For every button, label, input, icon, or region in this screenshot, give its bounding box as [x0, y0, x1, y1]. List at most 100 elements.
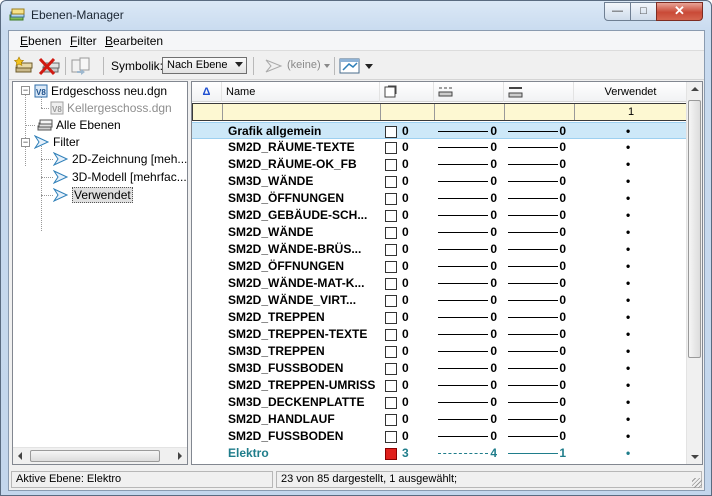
tree-item-filter-used[interactable]: Verwendet [53, 187, 133, 203]
sort-column-header[interactable]: Δ [192, 82, 222, 102]
color-swatch[interactable] [385, 193, 397, 205]
color-swatch[interactable] [385, 312, 397, 324]
table-row[interactable]: SM3D_ÖFFNUNGEN 0 0 0 • [192, 190, 688, 207]
line-weight-sample[interactable] [508, 317, 558, 318]
table-vertical-scrollbar[interactable] [686, 82, 702, 464]
new-layer-icon[interactable] [13, 56, 35, 76]
line-weight-sample[interactable] [508, 131, 558, 132]
scroll-thumb[interactable] [30, 450, 160, 462]
table-row[interactable]: SM3D_DECKENPLATTE 0 0 0 • [192, 394, 688, 411]
filter-cell-weight[interactable] [505, 104, 575, 120]
line-style-sample[interactable] [438, 317, 488, 318]
title-bar[interactable]: Ebenen-Manager — □ ✕ [1, 1, 711, 30]
chevron-down-icon[interactable] [365, 64, 373, 69]
table-row[interactable]: SM2D_RÄUME-OK_FB 0 0 0 • [192, 156, 688, 173]
table-row[interactable]: Elektro 3 4 1 • [192, 445, 688, 462]
table-row[interactable]: SM2D_WÄNDE-MAT-K... 0 0 0 • [192, 275, 688, 292]
line-style-sample[interactable] [438, 385, 488, 386]
table-row[interactable]: SM2D_TREPPEN-TEXTE 0 0 0 • [192, 326, 688, 343]
color-swatch[interactable] [385, 380, 397, 392]
line-weight-sample[interactable] [508, 453, 558, 454]
layer-filter-dropdown[interactable]: (keine) [263, 56, 333, 76]
table-row[interactable]: SM2D_WÄNDE-BRÜS... 0 0 0 • [192, 241, 688, 258]
line-style-sample[interactable] [438, 453, 488, 454]
line-style-sample[interactable] [438, 266, 488, 267]
table-row[interactable]: SM2D_HANDLAUF 0 0 0 • [192, 411, 688, 428]
table-row[interactable]: SM2D_FUSSBODEN 0 0 0 • [192, 428, 688, 445]
scroll-thumb[interactable] [688, 100, 701, 358]
line-style-sample[interactable] [438, 436, 488, 437]
line-style-sample[interactable] [438, 198, 488, 199]
line-weight-sample[interactable] [508, 385, 558, 386]
filter-cell-sort[interactable] [193, 104, 223, 120]
line-style-sample[interactable] [438, 351, 488, 352]
tree-item-reference-file[interactable]: V8 Kellergeschoss.dgn [50, 100, 172, 116]
color-swatch[interactable] [385, 244, 397, 256]
line-weight-sample[interactable] [508, 215, 558, 216]
filter-cell-color[interactable] [381, 104, 435, 120]
line-style-sample[interactable] [438, 181, 488, 182]
line-style-sample[interactable] [438, 368, 488, 369]
line-style-sample[interactable] [438, 164, 488, 165]
line-style-sample[interactable] [438, 215, 488, 216]
table-row[interactable]: SM2D_ÖFFNUNGEN 0 0 0 • [192, 258, 688, 275]
line-weight-sample[interactable] [508, 249, 558, 250]
table-row[interactable]: SM2D_GEBÄUDE-SCH... 0 0 0 • [192, 207, 688, 224]
table-row[interactable]: SM2D_TREPPEN 0 0 0 • [192, 309, 688, 326]
scroll-down-icon[interactable] [691, 455, 699, 459]
line-style-sample[interactable] [438, 419, 488, 420]
line-style-sample[interactable] [438, 300, 488, 301]
table-row[interactable]: SM3D_FUSSBODEN 0 0 0 • [192, 360, 688, 377]
line-weight-sample[interactable] [508, 300, 558, 301]
line-style-sample[interactable] [438, 232, 488, 233]
tree-item-filter-2d[interactable]: 2D-Zeichnung [meh... [53, 151, 187, 167]
used-column-header[interactable]: Verwendet [574, 82, 688, 102]
color-swatch[interactable] [385, 295, 397, 307]
line-weight-sample[interactable] [508, 368, 558, 369]
line-weight-sample[interactable] [508, 436, 558, 437]
color-swatch[interactable] [385, 363, 397, 375]
line-style-column-header[interactable] [434, 82, 504, 102]
maximize-button[interactable]: □ [630, 2, 657, 21]
layer-display-icon[interactable] [339, 56, 361, 76]
tree-item-filter[interactable]: Filter [34, 134, 80, 150]
line-weight-sample[interactable] [508, 402, 558, 403]
color-swatch[interactable] [385, 261, 397, 273]
color-swatch[interactable] [385, 278, 397, 290]
filter-cell-name[interactable] [223, 104, 381, 120]
table-row[interactable]: SM2D_TREPPEN-UMRISS 0 0 0 • [192, 377, 688, 394]
line-weight-sample[interactable] [508, 334, 558, 335]
color-swatch[interactable] [385, 414, 397, 426]
color-swatch[interactable] [385, 142, 397, 154]
delete-layer-icon[interactable] [38, 56, 60, 76]
menu-ebenen[interactable]: Ebenen [20, 34, 61, 48]
table-row[interactable]: SM2D_WÄNDE 0 0 0 • [192, 224, 688, 241]
color-swatch[interactable] [385, 176, 397, 188]
line-weight-sample[interactable] [508, 419, 558, 420]
filter-cell-used[interactable]: 1 [575, 104, 687, 120]
resize-grip-icon[interactable] [692, 478, 702, 488]
collapse-toggle[interactable]: − [21, 138, 30, 147]
color-column-header[interactable] [380, 82, 434, 102]
filter-cell-style[interactable] [435, 104, 505, 120]
line-style-sample[interactable] [438, 249, 488, 250]
color-swatch[interactable] [385, 397, 397, 409]
scroll-up-icon[interactable] [691, 87, 699, 91]
color-swatch[interactable] [385, 329, 397, 341]
menu-filter[interactable]: Filter [70, 34, 97, 48]
color-swatch[interactable] [385, 159, 397, 171]
table-row[interactable]: Grafik allgemein 0 0 0 • [192, 122, 688, 139]
color-swatch[interactable] [385, 448, 397, 460]
line-weight-column-header[interactable] [504, 82, 574, 102]
name-column-header[interactable]: Name [222, 82, 380, 102]
menu-bearbeiten[interactable]: Bearbeiten [105, 34, 163, 48]
tree-item-filter-3d[interactable]: 3D-Modell [mehrfac... [53, 169, 187, 185]
line-style-sample[interactable] [438, 334, 488, 335]
line-weight-sample[interactable] [508, 164, 558, 165]
scroll-right-icon[interactable] [178, 452, 182, 460]
table-row[interactable]: SM2D_WÄNDE_VIRT... 0 0 0 • [192, 292, 688, 309]
symbolik-dropdown[interactable]: Nach Ebene [162, 57, 247, 74]
collapse-toggle[interactable]: − [21, 86, 30, 95]
color-swatch[interactable] [385, 210, 397, 222]
color-swatch[interactable] [385, 431, 397, 443]
